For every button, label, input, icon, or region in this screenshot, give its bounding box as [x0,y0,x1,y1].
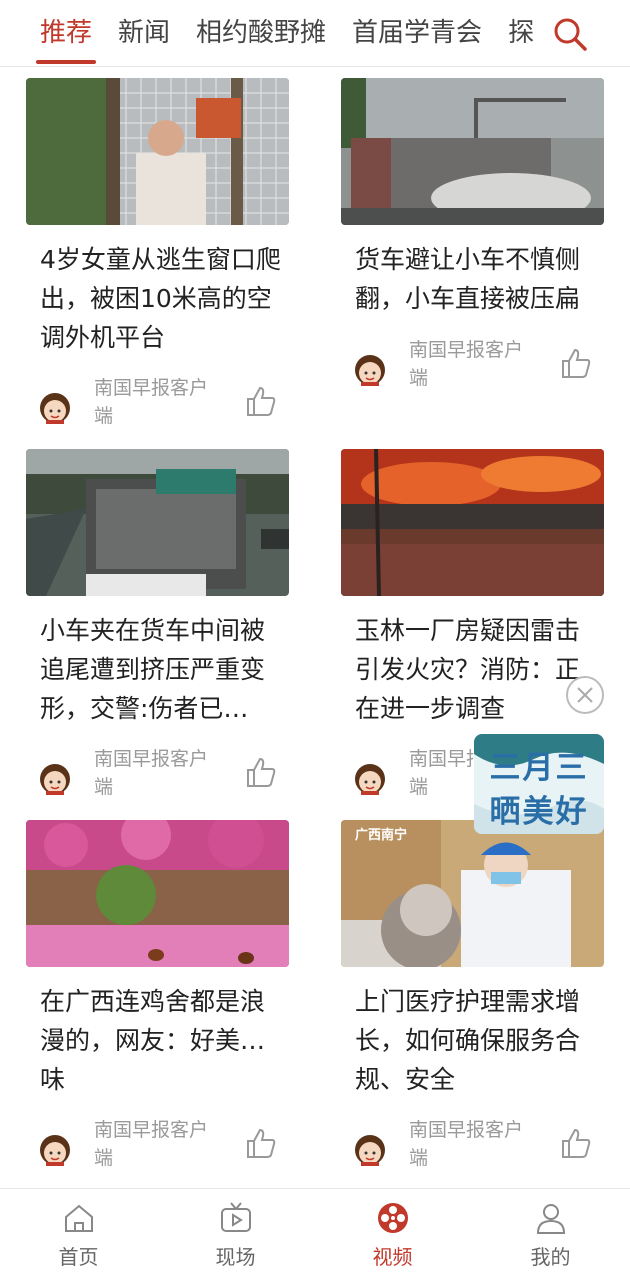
news-thumbnail: 广西南宁 [341,820,604,967]
close-icon [577,687,593,703]
avatar-icon [40,1135,70,1166]
search-icon[interactable] [550,14,590,54]
tv-icon [221,1202,251,1232]
news-source: 南国早报客户端 [409,1119,524,1169]
news-source: 南国早报客户端 [409,339,524,389]
nav-profile[interactable]: 我的 [472,1189,629,1281]
home-icon [65,1204,93,1232]
news-source: 南国早报客户端 [94,377,209,427]
bottom-nav: 首页 现场 视频 我的 [0,1188,630,1281]
tab-recommend[interactable]: 推荐 [35,0,97,66]
tab-explore[interactable]: 探 [508,0,534,66]
news-source: 南国早报客户端 [94,748,209,798]
avatar-icon [355,1135,385,1166]
thumbs-up-icon[interactable] [244,384,278,418]
news-card[interactable]: 广西南宁 上门医疗护理需求增长，如何确保服务合规、安全 南国早报客户端 [341,820,604,1180]
nav-home[interactable]: 首页 [0,1189,157,1281]
location-tag: 广西南宁 [355,828,408,843]
news-thumbnail [26,820,289,967]
nav-label: 我的 [530,1245,571,1269]
promo-line-1: 三月三 [489,750,589,786]
tab-news[interactable]: 新闻 [118,0,170,66]
promo-badge[interactable]: 三月三 晒美好 [474,734,604,834]
nav-label: 现场 [215,1245,256,1269]
avatar-icon [355,355,385,386]
thumbs-up-icon[interactable] [244,1126,278,1160]
avatar-icon [40,393,70,424]
news-thumbnail [26,78,289,225]
tab-xueqinghui[interactable]: 首届学青会 [352,0,482,66]
news-card[interactable]: 货车避让小车不慎侧翻，小车直接被压扁 南国早报客户端 [341,78,604,398]
avatar-icon [40,764,70,795]
nav-video[interactable]: 视频 [314,1189,471,1281]
thumbs-up-icon[interactable] [244,755,278,789]
user-icon [536,1204,566,1234]
nav-label: 首页 [58,1245,99,1269]
close-button[interactable] [566,676,604,714]
news-thumbnail [26,449,289,596]
news-card[interactable]: 在广西连鸡舍都是浪漫的，网友：好美…味 南国早报客户端 [26,820,289,1180]
news-card[interactable]: 4岁女童从逃生窗口爬出，被困10米高的空调外机平台 南国早报客户端 [26,78,289,438]
news-source: 南国早报客户端 [94,1119,209,1169]
news-title[interactable]: 4岁女童从逃生窗口爬出，被困10米高的空调外机平台 [40,240,285,357]
news-title[interactable]: 货车避让小车不慎侧翻，小车直接被压扁 [355,240,600,318]
promo-line-2: 晒美好 [489,794,589,830]
news-title[interactable]: 小车夹在货车中间被追尾遭到挤压严重变形，交警:伤者已… [40,611,285,728]
thumbs-up-icon[interactable] [559,1126,593,1160]
channel-tabs: 推荐 新闻 相约酸野摊 首届学青会 探 [35,0,560,66]
news-title[interactable]: 上门医疗护理需求增长，如何确保服务合规、安全 [355,982,600,1099]
avatar-icon [355,764,385,795]
nav-label: 视频 [372,1245,413,1269]
thumbs-up-icon[interactable] [559,346,593,380]
news-meta: 南国早报客户端 [353,1116,603,1176]
news-thumbnail [341,78,604,225]
news-meta: 南国早报客户端 [38,374,288,434]
news-meta: 南国早报客户端 [38,1116,288,1176]
news-thumbnail [341,449,604,596]
tab-suanye[interactable]: 相约酸野摊 [196,0,326,66]
film-reel-icon [378,1203,408,1233]
news-card[interactable]: 小车夹在货车中间被追尾遭到挤压严重变形，交警:伤者已… 南国早报客户端 [26,449,289,809]
news-title[interactable]: 玉林一厂房疑因雷击引发火灾？消防：正在进一步调查 [355,611,600,728]
top-tab-bar: 推荐 新闻 相约酸野摊 首届学青会 探 [0,0,630,67]
news-meta: 南国早报客户端 [353,336,603,396]
news-title[interactable]: 在广西连鸡舍都是浪漫的，网友：好美…味 [40,982,285,1099]
news-meta: 南国早报客户端 [38,745,288,805]
nav-live[interactable]: 现场 [157,1189,314,1281]
